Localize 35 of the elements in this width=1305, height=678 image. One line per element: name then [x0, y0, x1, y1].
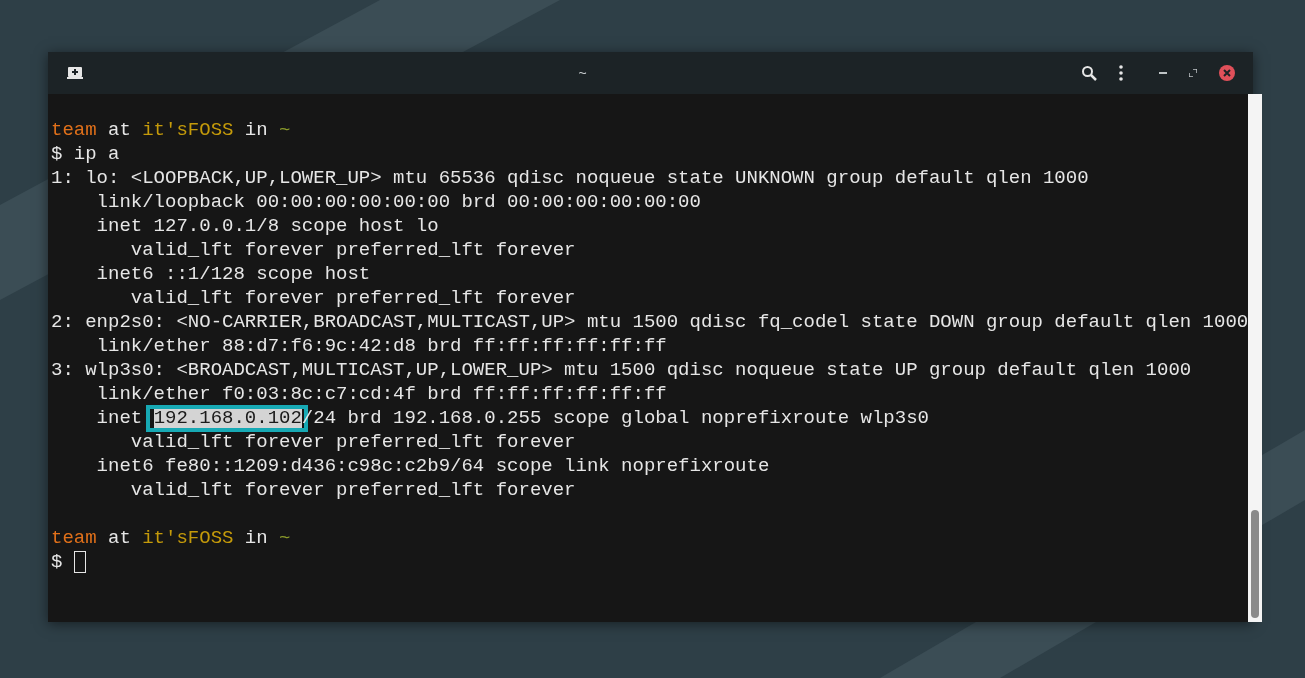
terminal-text: 1: lo: <LOOPBACK,UP,LOWER_UP> mtu 65536 qdisc noqueue state UNKNOWN group default qlen 1000: [51, 167, 1089, 189]
terminal-text: inet 127.0.0.1/8 scope host lo: [95, 215, 439, 237]
terminal-text: at: [107, 527, 132, 549]
window-title: ~: [578, 63, 587, 83]
close-icon[interactable]: [1219, 65, 1235, 81]
terminal-text: $ ip a: [51, 143, 120, 165]
cursor: [73, 551, 86, 573]
terminal-text: 2: enp2s0: <NO-CARRIER,BROADCAST,MULTICAST,UP> mtu 1500 qdisc fq_codel state DOWN group default qlen 1000: [51, 311, 1249, 333]
new-tab-icon[interactable]: [66, 64, 84, 82]
terminal-text: valid_lft forever preferred_lft forever: [129, 239, 576, 261]
terminal-text: in: [243, 119, 269, 141]
terminal-text: link/ether f0:03:8c:c7:cd:4f brd ff:ff:ff:ff:ff:ff: [95, 383, 667, 405]
terminal-text: inet: [95, 407, 144, 429]
terminal-text: 3: wlp3s0: <BROADCAST,MULTICAST,UP,LOWER_UP> mtu 1500 qdisc noqueue state UP group default qlen 1000: [51, 359, 1192, 381]
terminal-text: valid_lft forever preferred_lft forever: [129, 431, 576, 453]
terminal-text: in: [243, 527, 269, 549]
terminal-text: team: [51, 527, 97, 549]
search-icon[interactable]: [1081, 65, 1097, 81]
terminal-text: at: [107, 119, 132, 141]
terminal-text: ~: [279, 527, 291, 549]
terminal-text: link/ether 88:d7:f6:9c:42:d8 brd ff:ff:ff:ff:ff:ff: [95, 335, 667, 357]
maximize-icon[interactable]: [1189, 69, 1197, 77]
menu-icon[interactable]: [1119, 65, 1123, 81]
terminal-text: it'sFOSS: [142, 119, 234, 141]
terminal-text: $: [51, 551, 64, 573]
terminal-text: it'sFOSS: [142, 527, 234, 549]
terminal-text: team: [51, 119, 97, 141]
terminal-text: valid_lft forever preferred_lft forever: [129, 287, 576, 309]
terminal-text: inet6 fe80::1209:d436:c98c:c2b9/64 scope link noprefixroute: [95, 455, 770, 477]
terminal-text: valid_lft forever preferred_lft forever: [129, 479, 576, 501]
scrollbar[interactable]: [1248, 94, 1263, 622]
terminal-text: link/loopback 00:00:00:00:00:00 brd 00:00:00:00:00:00: [95, 191, 701, 213]
selected-text: 192.168.0.102: [153, 407, 302, 429]
terminal-text: ~: [279, 119, 291, 141]
terminal-text: inet6 ::1/128 scope host: [95, 263, 371, 285]
